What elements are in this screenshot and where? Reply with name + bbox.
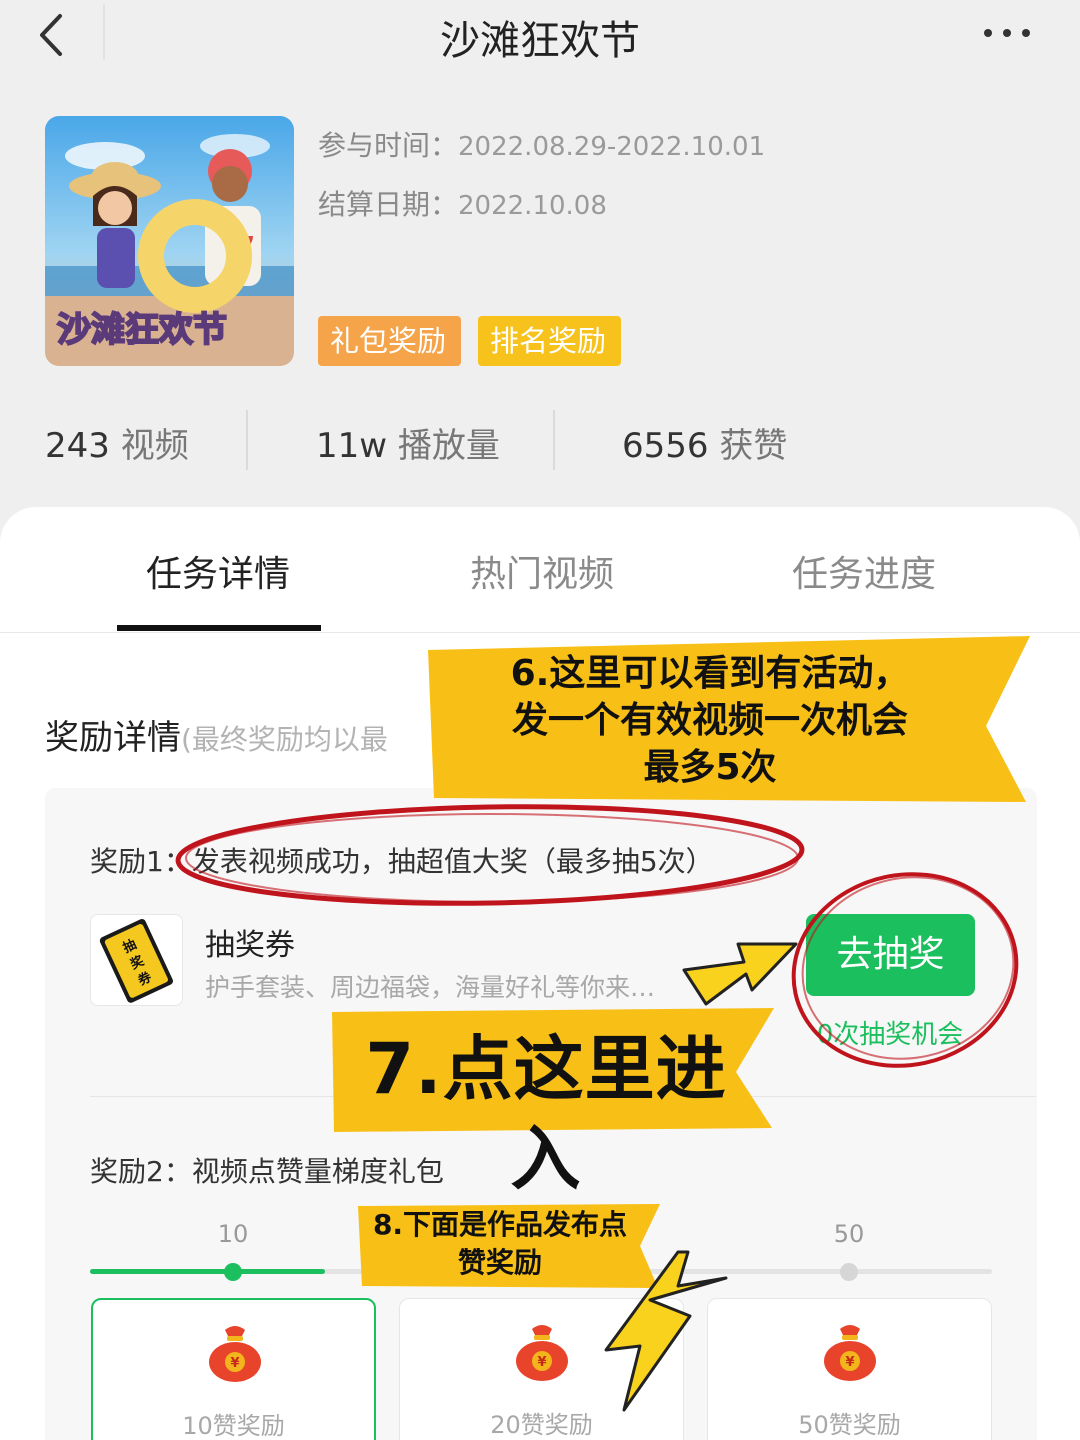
stat-videos-value: 243 — [45, 426, 110, 466]
event-cover-image: 沙滩狂欢节 — [45, 116, 294, 366]
stat-plays: 11w 播放量 — [316, 418, 500, 467]
stat-divider — [553, 410, 555, 470]
tab-active-indicator — [117, 625, 321, 631]
nav-bar: 沙滩狂欢节 — [0, 0, 1080, 70]
nav-divider — [103, 4, 105, 60]
stat-likes: 6556 获赞 — [622, 418, 787, 467]
progress-dot-10 — [224, 1263, 242, 1281]
reward-section-title: 奖励详情(最终奖励均以最 — [45, 710, 388, 759]
draw-chances-count: 0次抽奖机会 — [816, 1020, 964, 1050]
cover-title-art: 沙滩狂欢节 — [57, 310, 227, 350]
ticket-name: 抽奖券 — [205, 928, 295, 963]
annotation-note-8: 8.下面是作品发布点 赞奖励 — [372, 1208, 628, 1279]
back-arrow-icon — [40, 14, 62, 56]
lottery-ticket-thumb: 抽 奖 券 — [90, 914, 183, 1006]
settlement-label: 结算日期： — [318, 188, 459, 221]
settlement-row: 结算日期：2022.10.08 — [318, 183, 607, 223]
ticket-description: 护手套装、周边福袋，海量好礼等你来… — [205, 973, 656, 1002]
prize-card-10[interactable]: ¥ 10赞奖励 — [91, 1298, 376, 1440]
tab-task-progress[interactable]: 任务进度 — [714, 545, 1014, 597]
tick-label-50: 50 — [833, 1220, 865, 1248]
participation-row: 参与时间：2022.08.29-2022.10.01 — [318, 124, 765, 164]
money-bag-icon: ¥ — [516, 1325, 568, 1381]
more-dots-icon — [984, 29, 1030, 37]
back-button[interactable] — [28, 10, 78, 60]
go-draw-button[interactable]: 去抽奖 — [806, 914, 975, 996]
prize-label: 50赞奖励 — [798, 1411, 901, 1439]
stat-plays-label: 播放量 — [397, 426, 500, 466]
lottery-ticket-icon: 抽 奖 券 — [99, 919, 173, 1003]
prize-label: 10赞奖励 — [182, 1412, 285, 1440]
prize-card-50[interactable]: ¥ 50赞奖励 — [707, 1298, 992, 1440]
stat-plays-value: 11w — [316, 426, 388, 466]
money-bag-icon: ¥ — [824, 1325, 876, 1381]
participation-value: 2022.08.29-2022.10.01 — [458, 132, 766, 162]
tag-gift-reward: 礼包奖励 — [318, 316, 461, 366]
annotation-note-6: 6.这里可以看到有活动， 发一个有效视频一次机会 最多5次 — [510, 653, 910, 788]
stat-videos-label: 视频 — [120, 426, 189, 466]
stat-likes-value: 6556 — [622, 426, 709, 466]
reward-section-heading: 奖励详情 — [45, 718, 181, 758]
tab-task-detail[interactable]: 任务详情 — [68, 545, 368, 597]
svg-text:¥: ¥ — [845, 1355, 854, 1370]
settlement-value: 2022.10.08 — [458, 191, 607, 221]
tab-divider — [0, 632, 1080, 633]
stat-likes-label: 获赞 — [719, 426, 788, 466]
tab-hot-videos[interactable]: 热门视频 — [392, 545, 692, 597]
progress-dot-50 — [840, 1263, 858, 1281]
stat-videos: 243 视频 — [45, 418, 189, 467]
likes-progress-fill — [90, 1269, 325, 1274]
more-button[interactable] — [978, 18, 1038, 48]
svg-text:¥: ¥ — [537, 1355, 546, 1370]
stat-divider — [246, 410, 248, 470]
tag-rank-reward: 排名奖励 — [478, 316, 621, 366]
tick-label-10: 10 — [217, 1220, 249, 1248]
reward1-title: 奖励1：发表视频成功，抽超值大奖（最多抽5次） — [90, 845, 714, 878]
annotation-note-7: 7.点这里进入 — [365, 1028, 727, 1200]
money-bag-icon: ¥ — [209, 1326, 261, 1382]
participation-label: 参与时间： — [318, 129, 459, 162]
page-title: 沙滩狂欢节 — [440, 18, 640, 64]
reward-section-note: (最终奖励均以最 — [181, 723, 388, 756]
prize-label: 20赞奖励 — [490, 1411, 593, 1439]
prize-card-20[interactable]: ¥ 20赞奖励 — [399, 1298, 684, 1440]
svg-text:¥: ¥ — [230, 1356, 239, 1371]
